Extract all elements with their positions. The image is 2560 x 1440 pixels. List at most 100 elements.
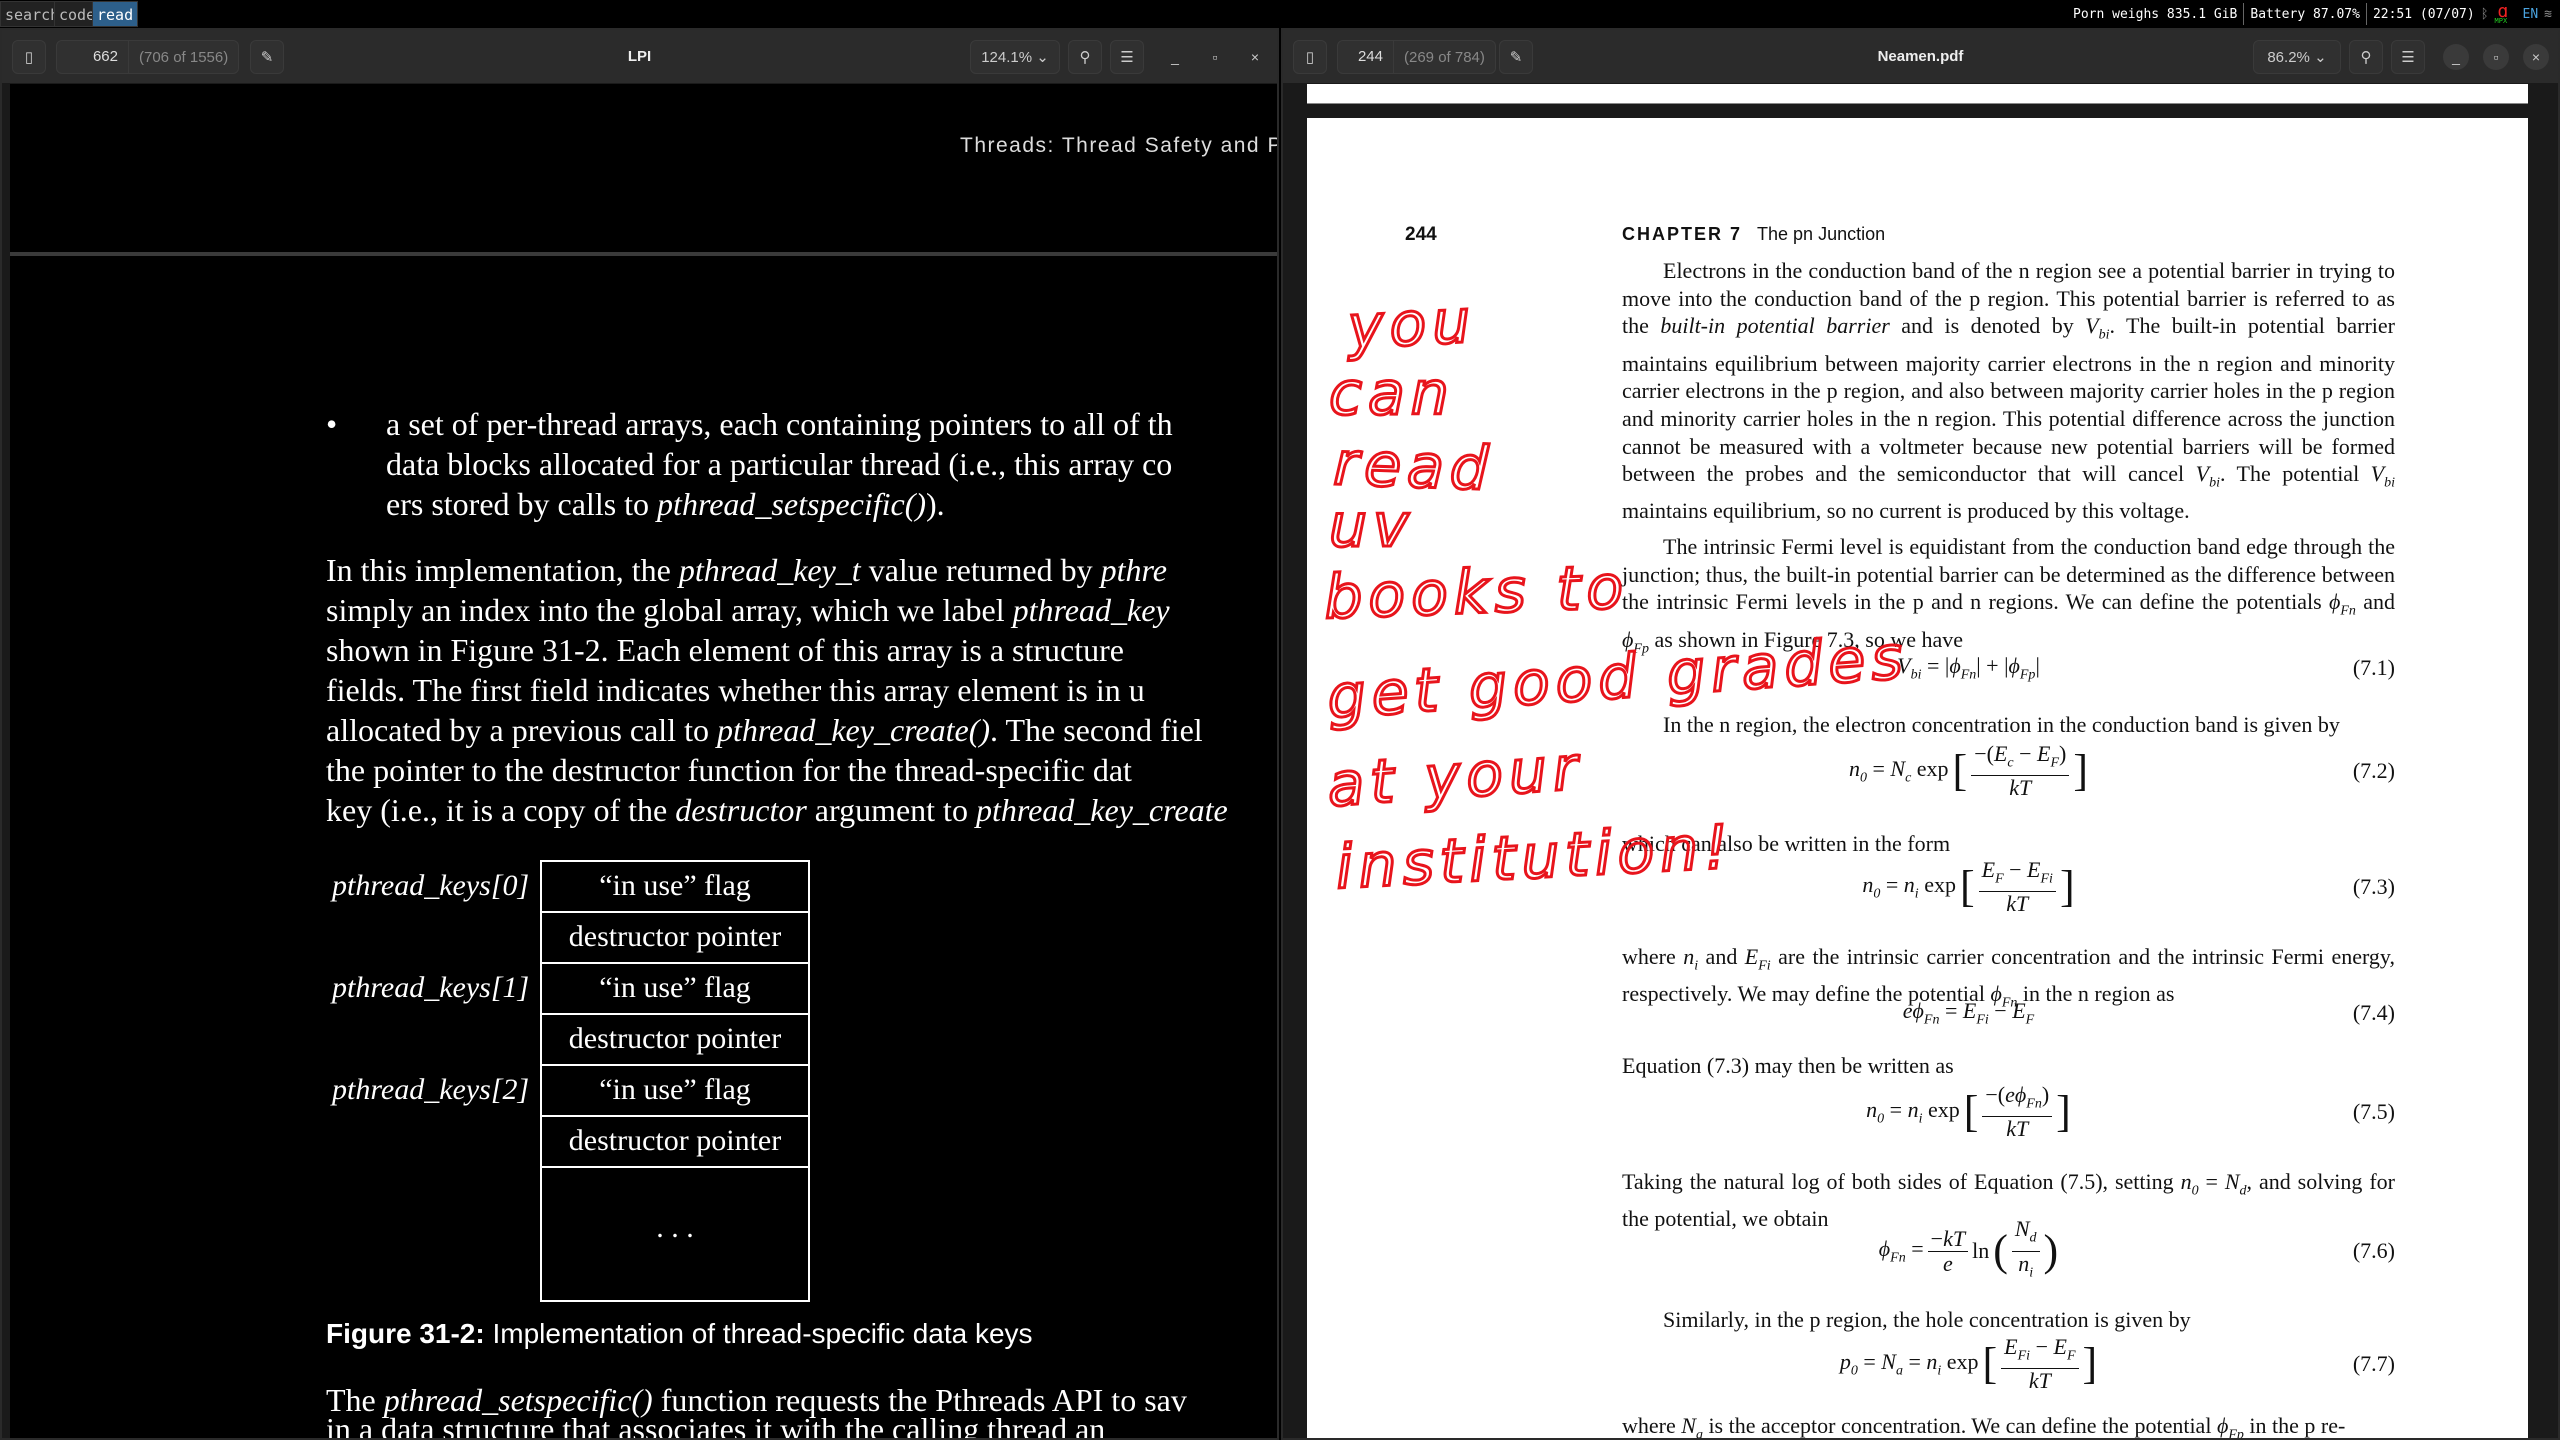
text-run: kT (2006, 891, 2029, 917)
text-run: E (2027, 856, 2041, 882)
page-indicator[interactable]: 244 (269 of 784) (1337, 40, 1496, 74)
text-line: fields. The first field indicates whethe… (326, 670, 1145, 710)
equation-math: n0 = ni exp[−(eϕFn) kT] (1622, 1082, 2315, 1142)
wifi-icon[interactable]: ≋ (2544, 7, 2552, 22)
equation-lhs: n0 = Nc exp (1849, 756, 1949, 786)
figure-label: Figure 31-2: (326, 1318, 485, 1349)
equation-lhs: Vbi = |ϕFn| + |ϕFp| (1897, 653, 2040, 683)
key-label: pthread_keys[0] (332, 869, 530, 902)
minimize-button[interactable]: _ (2443, 44, 2469, 70)
search-icon: ⚲ (2360, 49, 2372, 66)
language-indicator[interactable]: EN (2523, 7, 2539, 22)
text-run: E (1744, 944, 1759, 969)
text-run: −( (1974, 740, 1994, 766)
text-run: Fn (1890, 1250, 1906, 1266)
left-toolbar: ▯ 662 (706 of 1556) ✎ LPI 124.1% ⌄ ⚲ ☰ _ … (2, 30, 1277, 84)
equation-lhs: n0 = ni exp (1862, 872, 1956, 902)
text-run: ϕ (2008, 652, 2020, 678)
equation: ϕFn = −kT e ln(Nd ni) (7.6) (1622, 1217, 2395, 1281)
running-header: Threads: Thread Safety and Per (960, 134, 1279, 157)
text-run: n (1903, 871, 1915, 897)
text-run: = | (1921, 652, 1950, 678)
search-button[interactable]: ⚲ (2349, 40, 2383, 74)
close-button[interactable]: × (1242, 44, 1268, 70)
text-run: argument to (806, 792, 976, 828)
text-run: and (2355, 589, 2395, 615)
search-button[interactable]: ⚲ (1068, 40, 1102, 74)
previous-page-bottom: Threads: Thread Safety and Per (10, 84, 1277, 256)
text-run: Taking the natural log of both sides of … (1622, 1169, 2181, 1194)
fraction: −kT e (1927, 1226, 1969, 1276)
text-run: = (1905, 1235, 1924, 1261)
bullet-icon: • (326, 406, 338, 442)
annotation-line: books to (1323, 552, 1630, 633)
paragraph: Electrons in the conduction band of the … (1622, 257, 2395, 525)
text-run: kT (2006, 1116, 2029, 1142)
sidebar-icon: ▯ (1305, 49, 1315, 66)
text-run: ϕ (1912, 997, 1924, 1023)
menu-button[interactable]: ☰ (2391, 40, 2425, 74)
text-run: − (2030, 1333, 2054, 1359)
equation-math: p0 = Na = ni exp[EFi − EF kT] (1622, 1334, 2315, 1394)
text-run: allocated by a previous call to (326, 712, 717, 748)
equation-number: (7.2) (2352, 758, 2395, 783)
zoom-select[interactable]: 124.1% ⌄ (970, 40, 1060, 74)
text-run: key (i.e., it is a copy of the (326, 792, 676, 828)
text-run: d (2029, 1230, 2037, 1246)
text-run: V (2195, 461, 2210, 487)
text-run: ). (926, 486, 945, 522)
text-run: . The second fiel (990, 712, 1203, 748)
disk-status: Porn weighs 835.1 GiB (2073, 6, 2238, 22)
equation-math: ϕFn = −kT e ln(Nd ni) (1622, 1217, 2315, 1281)
equation-number: (7.5) (2352, 1099, 2395, 1124)
text-run: F (2050, 755, 2060, 771)
text-run: built-in potential barrier (1660, 313, 1890, 339)
key-cell: “in use” flag (540, 962, 810, 1013)
annotate-button[interactable]: ✎ (1499, 40, 1533, 74)
top-bar: search code read Porn weighs 835.1 GiB B… (0, 0, 2560, 28)
close-button[interactable]: × (2523, 44, 2549, 70)
text-line: shown in Figure 31-2. Each element of th… (326, 630, 1124, 670)
equation-lhs: ϕFn = (1879, 1236, 1924, 1266)
text-run: Fi (1758, 958, 1771, 974)
menu-icon: ☰ (1120, 49, 1134, 66)
text-run: E (1962, 997, 1977, 1023)
equation-mid: ln (1972, 1238, 1989, 1264)
paragraph: where Na is the acceptor concentration. … (1622, 1413, 2395, 1439)
denominator: ni (2018, 1251, 2033, 1285)
workspace-read[interactable]: read (92, 1, 139, 27)
bracket: [ (1952, 746, 1968, 795)
sidebar-toggle-button[interactable]: ▯ (1293, 40, 1327, 74)
key-cell: destructor pointer (540, 1013, 810, 1064)
equation: Vbi = |ϕFn| + |ϕFp| (7.1) (1622, 638, 2395, 698)
page-indicator[interactable]: 662 (706 of 1556) (56, 40, 240, 74)
text-run: kT (2009, 775, 2032, 801)
text-run: the pointer to the destructor function f… (326, 752, 1132, 788)
text-run: ϕ (2216, 1413, 2229, 1438)
denominator: kT (2009, 776, 2031, 800)
paragraph: In the n region, the electron concentrat… (1622, 711, 2395, 739)
menu-button[interactable]: ☰ (1110, 40, 1144, 74)
text-run: bi (2209, 475, 2220, 491)
tray-app-icon[interactable]: ɑ MPX (2495, 1, 2517, 27)
minimize-button[interactable]: _ (1162, 44, 1188, 70)
text-run: Fp (2228, 1427, 2244, 1440)
text-run: shown in Figure 31-2. Each element of th… (326, 632, 1124, 668)
sidebar-toggle-button[interactable]: ▯ (12, 40, 46, 74)
text-run: = (1939, 997, 1963, 1023)
text-run: bi (2384, 475, 2395, 491)
maximize-button[interactable]: ▫ (1202, 44, 1228, 70)
page-number-input[interactable]: 244 (1338, 41, 1394, 73)
text-run: ϕ (2014, 1081, 2027, 1107)
maximize-button[interactable]: ▫ (2483, 44, 2509, 70)
zoom-select[interactable]: 86.2% ⌄ (2253, 40, 2341, 74)
page-number-input[interactable]: 662 (57, 41, 129, 73)
annotate-button[interactable]: ✎ (250, 40, 284, 74)
text-run: ers stored by calls to (386, 486, 658, 522)
page-of: (269 of 784) (1404, 48, 1485, 66)
text-run: N (1890, 755, 1906, 781)
bluetooth-icon[interactable]: ᛒ (2481, 7, 2489, 22)
text-run: = (1884, 1096, 1908, 1122)
denominator: e (1943, 1251, 1953, 1276)
zoom-value: 124.1% (981, 48, 1033, 66)
